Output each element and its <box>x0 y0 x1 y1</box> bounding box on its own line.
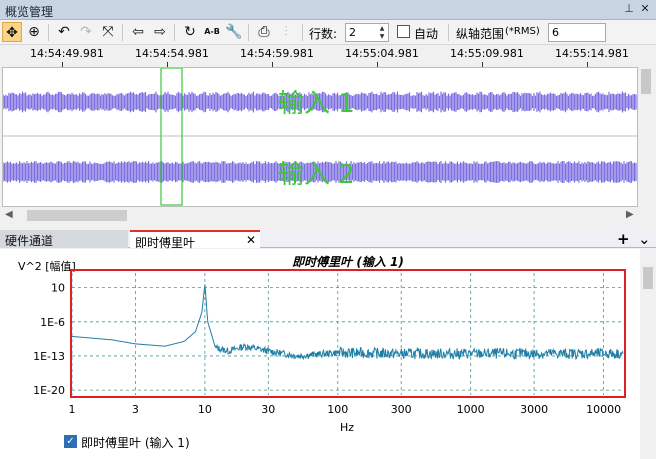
x-axis-label: Hz <box>340 421 354 433</box>
scroll-right-icon[interactable]: ▶ <box>626 209 634 220</box>
time-axis: 14:54:49.981 14:54:54.981 14:54:59.981 1… <box>0 45 656 67</box>
overview-horizontal-scrollbar[interactable]: ◀ ▶ <box>0 207 656 224</box>
toolbar-separator <box>448 24 449 41</box>
zoom-icon[interactable]: ⊕ <box>24 22 44 42</box>
x-tick-label: 300 <box>391 403 412 416</box>
ab-cursor-button[interactable]: A-B <box>202 22 222 42</box>
toolbar-separator <box>48 24 49 41</box>
legend-entry: 即时傅里叶 (输入 1) <box>81 436 190 450</box>
x-tick-label: 3 <box>132 403 139 416</box>
time-tick-label: 14:54:49.981 <box>30 47 104 60</box>
x-tick-label: 1000 <box>457 403 485 416</box>
time-tick-label: 14:55:04.981 <box>345 47 419 60</box>
scroll-thumb[interactable] <box>27 210 127 221</box>
x-tick-label: 3000 <box>520 403 548 416</box>
reset-icon[interactable]: ↻ <box>180 22 200 42</box>
y-tick-label: 10 <box>51 282 65 295</box>
pin-icon[interactable]: ⊥ <box>622 2 636 16</box>
y-tick-label: 1E-13 <box>33 350 65 363</box>
yrange-suffix: (*RMS) <box>505 26 540 37</box>
x-tick-label: 10 <box>198 403 212 416</box>
y-tick-label: 1E-20 <box>33 384 65 397</box>
close-icon[interactable]: ✕ <box>246 233 256 247</box>
fit-all-icon[interactable]: ⤧ <box>98 22 118 42</box>
add-tab-icon[interactable]: + <box>617 230 630 248</box>
toolbar-separator <box>248 24 249 41</box>
yrange-input[interactable]: 6 <box>548 23 606 42</box>
rows-stepper[interactable]: 2 ▲ ▼ <box>345 23 389 42</box>
toolbar-separator <box>302 24 303 41</box>
overview-vertical-scrollbar[interactable] <box>638 67 654 207</box>
wrench-icon[interactable]: 🔧 <box>224 22 244 42</box>
window-titlebar: 概览管理 ⊥ ✕ <box>0 0 656 20</box>
plot-area-border <box>70 269 626 398</box>
tab-hardware-channels[interactable]: 硬件通道 <box>0 230 128 248</box>
rows-label: 行数: <box>309 27 338 41</box>
tab-label: 即时傅里叶 <box>135 236 196 250</box>
y-tick-label: 1E-6 <box>40 316 65 329</box>
yrange-value: 6 <box>552 26 559 39</box>
x-tick-label: 30 <box>261 403 275 416</box>
tab-label: 硬件通道 <box>5 234 54 248</box>
time-tick-label: 14:54:54.981 <box>135 47 209 60</box>
x-tick-label: 10000 <box>586 403 621 416</box>
channel-1-label: 输入 1 <box>278 89 355 119</box>
yrange-label: 纵轴范围 <box>456 27 505 41</box>
spectrum-chart-svg[interactable]: 即时傅里叶 (输入 1) V^2 [幅值] 1 3 10 30 100 300 1000 3000… <box>0 249 640 433</box>
close-icon[interactable]: ✕ <box>638 2 652 16</box>
chart-title: 即时傅里叶 (输入 1) <box>292 255 404 269</box>
time-tick-label: 14:55:09.981 <box>450 47 524 60</box>
time-tick-label: 14:55:14.981 <box>555 47 629 60</box>
redo-icon[interactable]: ↷ <box>76 22 96 42</box>
rows-value: 2 <box>349 26 356 39</box>
pan-icon[interactable]: ✥ <box>2 22 22 42</box>
stepper-down-icon[interactable]: ▼ <box>377 33 387 41</box>
arrow-right-icon[interactable]: ⇨ <box>150 22 170 42</box>
scroll-thumb[interactable] <box>641 69 651 94</box>
stepper-up-icon[interactable]: ▲ <box>377 25 387 33</box>
legend-checkbox[interactable]: ✓ <box>64 435 77 448</box>
arrow-left-icon[interactable]: ⇦ <box>128 22 148 42</box>
overview-panel[interactable]: 输入 1 输入 2 <box>2 67 638 207</box>
tab-instant-fourier[interactable]: 即时傅里叶 ✕ <box>130 230 260 250</box>
channel-2-label: 输入 2 <box>278 160 355 190</box>
auto-label: 自动 <box>414 27 439 41</box>
scroll-thumb[interactable] <box>643 267 653 289</box>
chevron-down-icon[interactable]: ⌄ <box>638 230 651 248</box>
chart-vertical-scrollbar[interactable] <box>640 249 656 459</box>
spectrum-chart[interactable]: 即时傅里叶 (输入 1) V^2 [幅值] 1 3 10 30 100 300 1000 3000… <box>0 249 640 459</box>
y-axis-label: V^2 [幅值] <box>18 260 76 273</box>
x-tick-label: 100 <box>327 403 348 416</box>
auto-checkbox[interactable] <box>397 25 410 38</box>
tab-bar: 硬件通道 即时傅里叶 ✕ + ⌄ <box>0 230 656 250</box>
undo-icon[interactable]: ↶ <box>54 22 74 42</box>
toolbar-separator <box>122 24 123 41</box>
print-icon[interactable]: ⎙ <box>254 22 274 42</box>
scroll-left-icon[interactable]: ◀ <box>5 209 13 220</box>
toolbar-separator <box>174 24 175 41</box>
toolbar: ✥ ⊕ ↶ ↷ ⤧ ⇦ ⇨ ↻ A-B 🔧 ⎙ ⫶ 行数: 2 ▲ ▼ 自动 纵… <box>0 20 656 45</box>
x-tick-label: 1 <box>69 403 76 416</box>
time-tick-label: 14:54:59.981 <box>240 47 314 60</box>
chart-icon[interactable]: ⫶ <box>276 22 296 42</box>
window-title: 概览管理 <box>5 5 54 19</box>
